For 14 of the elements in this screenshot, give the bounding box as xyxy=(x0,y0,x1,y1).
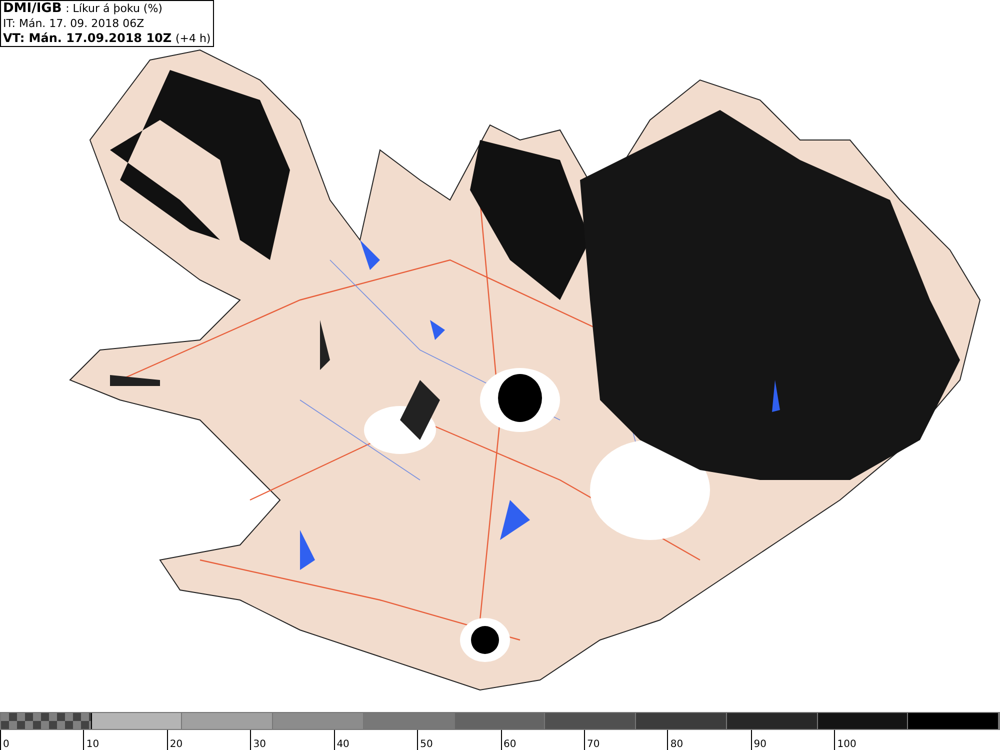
legend-label: 50 xyxy=(419,738,433,750)
legend-label: 70 xyxy=(586,738,600,750)
issue-time: IT: Mán. 17. 09. 2018 06Z xyxy=(3,16,146,31)
legend-label: 80 xyxy=(669,738,684,750)
product-title: DMI/IGB : Líkur á þoku (%) xyxy=(3,1,164,16)
legend-label: 0 xyxy=(2,738,10,750)
legend-label: 10 xyxy=(85,738,100,750)
legend-label: 40 xyxy=(336,738,350,750)
legend-label: 90 xyxy=(752,738,767,750)
valid-time: VT: Mán. 17.09.2018 10Z (+4 h) xyxy=(3,31,211,46)
legend-label: 100 xyxy=(836,738,856,750)
legend-label: 60 xyxy=(502,738,516,750)
legend-label: 30 xyxy=(252,738,266,750)
legend-label: 20 xyxy=(168,738,183,750)
